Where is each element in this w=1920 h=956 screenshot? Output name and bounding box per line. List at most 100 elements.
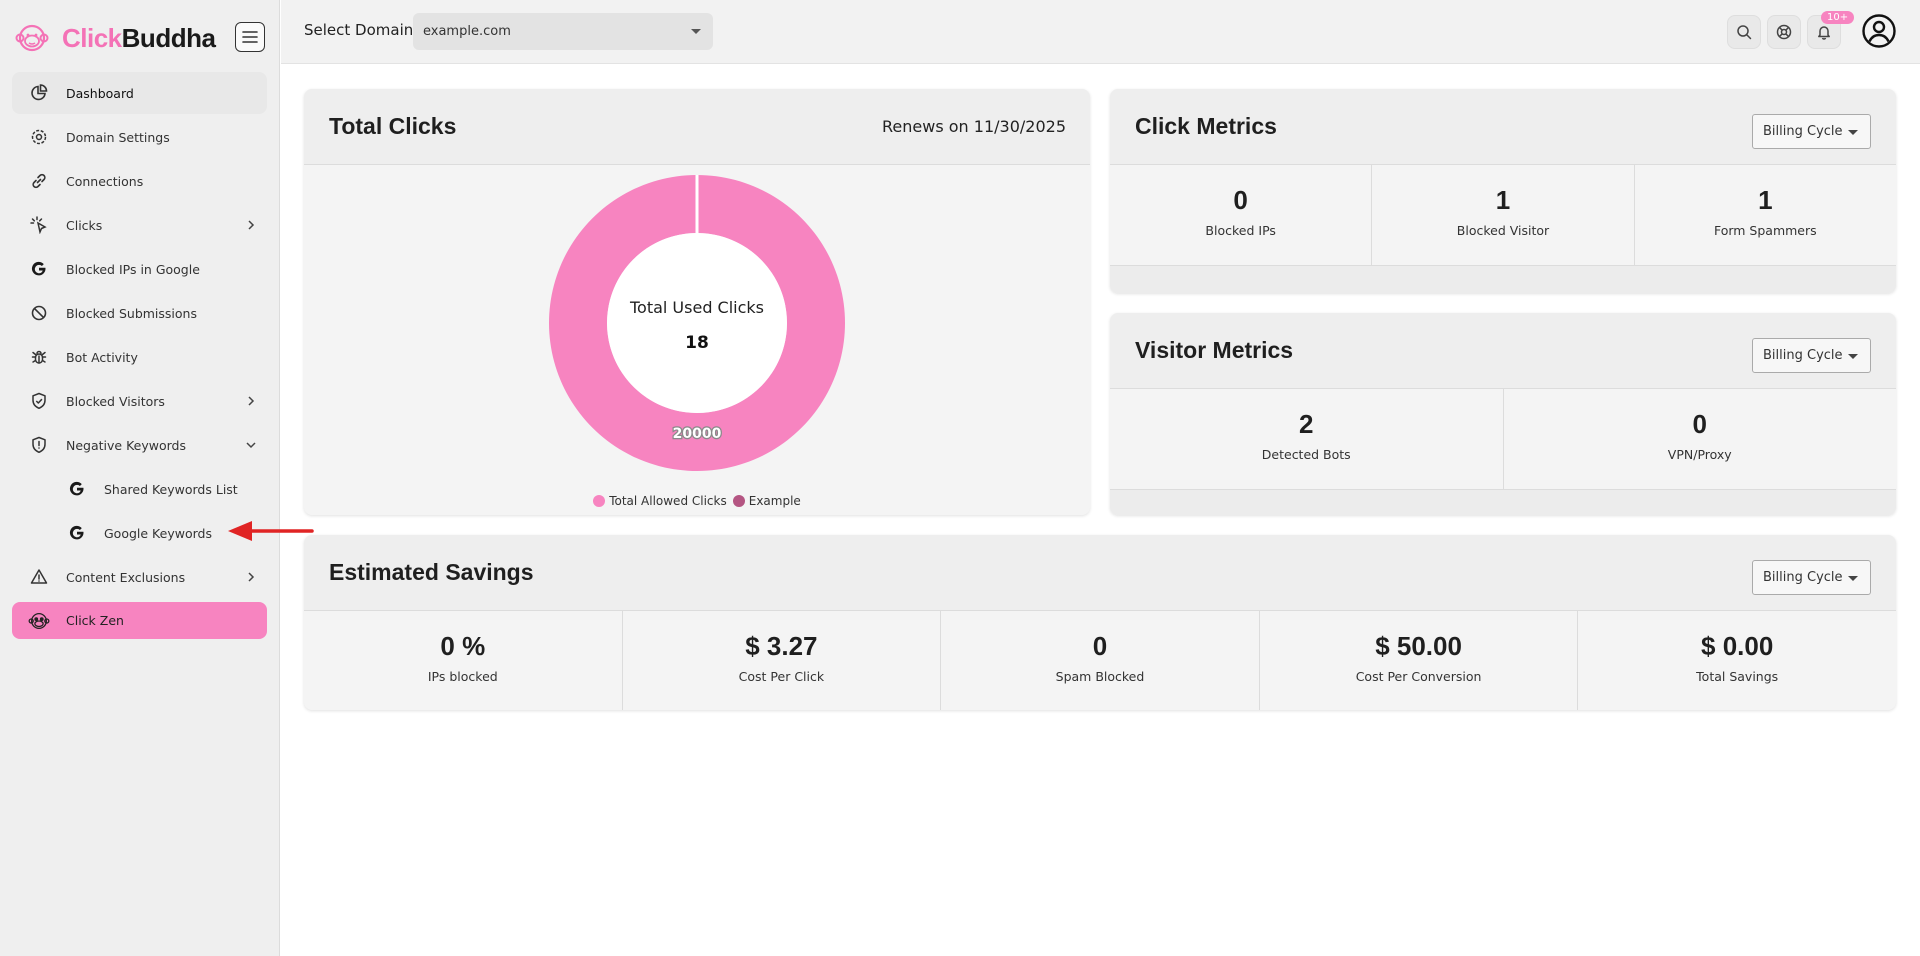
metric-value: 0 [1233, 185, 1248, 215]
sidebar-item-label: Blocked Submissions [66, 305, 197, 321]
sidebar-item-label: Shared Keywords List [104, 481, 238, 497]
sidebar-item-blocked-visitors[interactable]: Blocked Visitors [12, 380, 267, 422]
legend-swatch [732, 495, 745, 507]
caret-down-icon [1848, 576, 1858, 581]
visitor-metrics-card: Visitor Metrics Billing Cycle 2 Detected… [1110, 313, 1896, 515]
chevron-right-icon [248, 220, 255, 230]
sidebar-item-label: Clicks [66, 217, 103, 233]
caret-down-icon [691, 29, 701, 34]
sidebar-item-label: Negative Keywords [66, 437, 186, 453]
card-header: Click Metrics Billing Cycle [1110, 89, 1896, 165]
sidebar-item-click-zen[interactable]: Click Zen [12, 602, 267, 639]
card-title: Estimated Savings [329, 559, 534, 585]
billing-cycle-select[interactable]: Billing Cycle [1752, 114, 1871, 149]
legend-item[interactable]: Example [732, 494, 801, 508]
slice-data-label: 20000 [673, 426, 722, 442]
sidebar-item-label: Connections [66, 173, 144, 189]
search-button[interactable] [1727, 15, 1761, 49]
metrics-row: 0 % IPs blocked $ 3.27 Cost Per Click 0 … [304, 611, 1896, 710]
center-value: 18 [685, 333, 709, 353]
link-icon [28, 170, 50, 192]
billing-cycle-select[interactable]: Billing Cycle [1752, 560, 1871, 595]
metric-value: $ 3.27 [745, 631, 818, 661]
metric-vpn-proxy: 0 VPN/Proxy [1504, 389, 1897, 489]
metric-label: Spam Blocked [1055, 669, 1145, 684]
sidebar-item-dashboard[interactable]: Dashboard [12, 72, 267, 114]
metric-value: $ 50.00 [1375, 631, 1462, 661]
metric-label: IPs blocked [427, 669, 498, 684]
metric-total-savings: $ 0.00 Total Savings [1578, 611, 1896, 710]
annotation-arrow-icon [228, 521, 314, 541]
chevron-down-icon [246, 442, 256, 449]
billing-cycle-select[interactable]: Billing Cycle [1752, 338, 1871, 373]
billing-cycle-label: Billing Cycle [1763, 348, 1843, 363]
domain-select-value: example.com [423, 24, 511, 39]
donut-chart: Total Used Clicks 18 20000 [549, 175, 846, 471]
google-icon [28, 258, 50, 280]
hamburger-icon [242, 31, 258, 43]
metric-cost-per-conversion: $ 50.00 Cost Per Conversion [1260, 611, 1579, 710]
caret-down-icon [1848, 354, 1858, 359]
metric-label: Cost Per Conversion [1355, 669, 1482, 684]
total-clicks-card: Total Clicks Renews on 11/30/2025 Total … [304, 89, 1090, 515]
brand[interactable]: ClickBuddha [14, 18, 216, 58]
sidebar-item-negative-keywords[interactable]: Negative Keywords [12, 424, 267, 466]
legend-label: Total Allowed Clicks [609, 494, 727, 508]
metric-blocked-ips: 0 Blocked IPs [1110, 165, 1373, 265]
sidebar-item-blocked-ips-google[interactable]: Blocked IPs in Google [12, 248, 267, 290]
card-footer [1110, 489, 1896, 515]
card-header: Estimated Savings Billing Cycle [304, 535, 1896, 611]
legend-swatch [593, 495, 606, 507]
legend-label: Example [748, 494, 801, 508]
metric-value: 2 [1299, 409, 1314, 439]
bug-icon [28, 346, 50, 368]
monkey-icon [28, 610, 50, 632]
metric-label: Detected Bots [1261, 447, 1351, 462]
sidebar-item-label: Dashboard [66, 85, 134, 101]
search-icon [1737, 25, 1752, 40]
google-icon [66, 478, 88, 500]
sidebar-item-label: Blocked IPs in Google [66, 261, 200, 277]
renews-date: Renews on 11/30/2025 [882, 117, 1066, 136]
billing-cycle-label: Billing Cycle [1763, 124, 1843, 139]
metric-ips-blocked: 0 % IPs blocked [304, 611, 623, 710]
brand-name: ClickBuddha [62, 22, 216, 53]
metric-value: $ 0.00 [1701, 631, 1774, 661]
metric-blocked-visitor: 1 Blocked Visitor [1372, 165, 1635, 265]
domain-select[interactable]: example.com [413, 13, 713, 50]
monkey-logo-icon [15, 24, 49, 52]
chevron-right-icon [248, 572, 255, 582]
top-bar: Select Domain example.com 10+ [281, 0, 1920, 64]
sidebar-item-content-exclusions[interactable]: Content Exclusions [12, 556, 267, 598]
legend-item[interactable]: Total Allowed Clicks [593, 494, 727, 508]
sidebar-item-label: Domain Settings [66, 129, 170, 145]
metric-label: Total Savings [1696, 669, 1779, 684]
sidebar-item-blocked-submissions[interactable]: Blocked Submissions [12, 292, 267, 334]
card-title: Visitor Metrics [1135, 337, 1294, 363]
metric-value: 1 [1495, 185, 1511, 215]
card-title: Total Clicks [329, 113, 457, 139]
help-button[interactable] [1767, 15, 1801, 49]
sidebar-item-label: Click Zen [66, 613, 124, 628]
sidebar-item-domain-settings[interactable]: Domain Settings [12, 116, 267, 158]
sidebar-item-bot-activity[interactable]: Bot Activity [12, 336, 267, 378]
sidebar-item-label: Content Exclusions [66, 569, 186, 585]
sidebar-nav: Dashboard Domain Settings Connections Cl… [12, 72, 267, 641]
metric-label: Blocked IPs [1205, 223, 1276, 238]
user-avatar-icon[interactable] [1861, 13, 1897, 49]
sidebar-item-clicks[interactable]: Clicks [12, 204, 267, 246]
chart-legend: Total Allowed Clicks Example [304, 494, 1090, 508]
sidebar-item-connections[interactable]: Connections [12, 160, 267, 202]
settings-icon [28, 126, 50, 148]
metrics-row: 2 Detected Bots 0 VPN/Proxy [1110, 389, 1896, 489]
click-metrics-card: Click Metrics Billing Cycle 0 Blocked IP… [1110, 89, 1896, 293]
sidebar-item-shared-keywords-list[interactable]: Shared Keywords List [12, 468, 267, 510]
pie-chart-icon [28, 82, 50, 104]
metric-label: Blocked Visitor [1456, 223, 1550, 238]
pointer-click-icon [28, 214, 50, 236]
sidebar-item-label: Google Keywords [104, 525, 212, 541]
card-footer [1110, 265, 1896, 293]
menu-toggle-button[interactable] [235, 22, 265, 52]
shield-alert-icon [28, 434, 50, 456]
ban-icon [28, 302, 50, 324]
